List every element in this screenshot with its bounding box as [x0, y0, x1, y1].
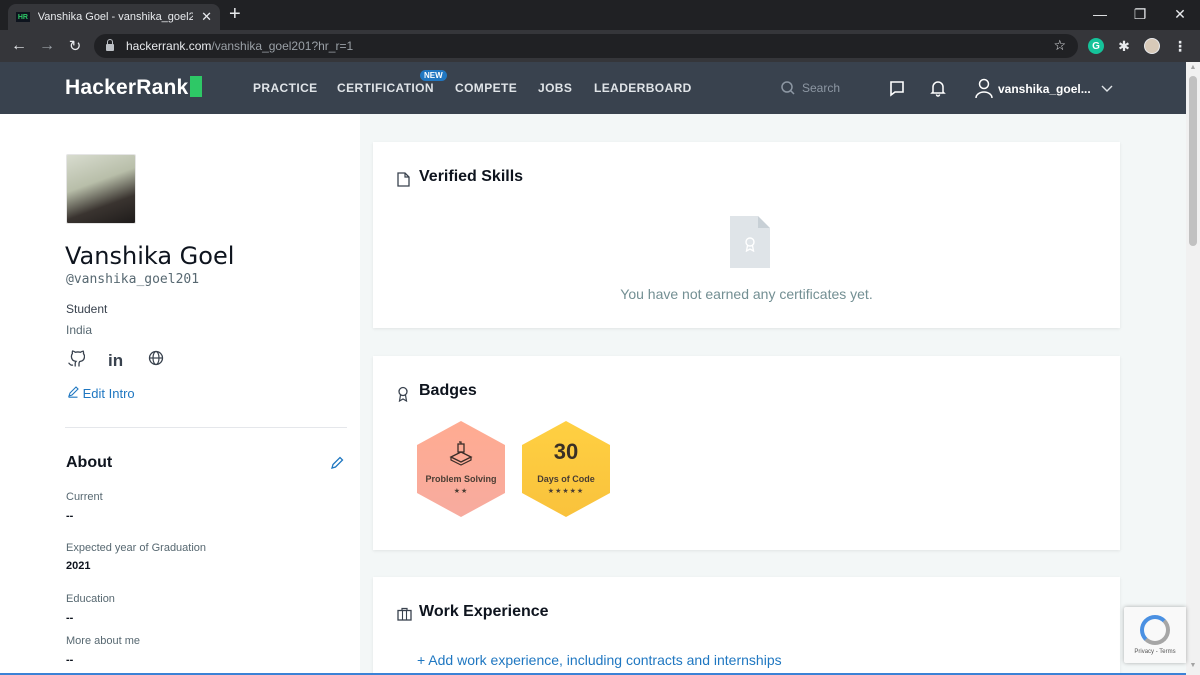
- restore-icon[interactable]: ❐: [1120, 0, 1160, 28]
- logo-block-icon: [190, 76, 203, 97]
- linkedin-icon[interactable]: in: [108, 351, 123, 371]
- badges-title: Badges: [419, 382, 477, 399]
- minimize-icon[interactable]: —: [1080, 0, 1120, 28]
- nav-practice[interactable]: PRACTICE: [253, 81, 318, 95]
- recaptcha-icon: [1140, 615, 1170, 645]
- new-badge: NEW: [420, 70, 447, 81]
- badge-name-days-of-code: Days of Code: [537, 474, 595, 484]
- user-menu[interactable]: vanshika_goel...: [974, 78, 1113, 100]
- work-experience-title: Work Experience: [419, 603, 549, 620]
- badges-card: Badges Problem Solving ★★ 30 Days of Cod…: [373, 356, 1120, 550]
- badge-stars-days-of-code: ★★★★★: [547, 488, 585, 495]
- profile-avatar: [66, 154, 136, 224]
- profile-handle: @vanshika_goel201: [66, 272, 200, 287]
- about-label-education: Education: [66, 593, 115, 605]
- badge-ribbon-icon: [398, 386, 408, 402]
- badge-stars-problem-solving: ★★: [453, 488, 469, 495]
- close-window-icon[interactable]: ✕: [1160, 0, 1200, 28]
- profile-sidebar: Vanshika Goel @vanshika_goel201 Student …: [0, 114, 360, 675]
- page-scrollbar[interactable]: ▲ ▼: [1186, 62, 1200, 675]
- verified-skills-card: Verified Skills You have not earned any …: [373, 142, 1120, 328]
- browser-tab[interactable]: HR Vanshika Goel - vanshika_goel20 ✕: [8, 4, 220, 30]
- profile-avatar-icon[interactable]: [1144, 38, 1160, 54]
- url-path: /vanshika_goel201?hr_r=1: [211, 39, 354, 53]
- chrome-menu-icon[interactable]: ⋮: [1172, 38, 1188, 54]
- search-box[interactable]: Search: [780, 80, 840, 96]
- about-label-more: More about me: [66, 635, 140, 647]
- briefcase-icon: [397, 607, 412, 621]
- back-icon[interactable]: ←: [8, 35, 30, 57]
- nav-compete[interactable]: COMPETE: [455, 81, 517, 95]
- verified-skills-title: Verified Skills: [419, 168, 524, 185]
- browser-toolbar: ← → ↻ hackerrank.com/vanshika_goel201?hr…: [0, 30, 1200, 62]
- url-host: hackerrank.com: [126, 39, 212, 53]
- tab-title: Vanshika Goel - vanshika_goel20: [37, 11, 194, 23]
- notifications-bell-icon[interactable]: [929, 79, 947, 97]
- github-icon[interactable]: [67, 350, 85, 368]
- pencil-icon: [68, 386, 79, 398]
- search-icon: [781, 81, 795, 95]
- bookmark-star-icon[interactable]: ☆: [1053, 37, 1066, 54]
- user-icon: [975, 78, 993, 99]
- edit-intro-link[interactable]: Edit Intro: [67, 386, 135, 401]
- tab-close-icon[interactable]: ✕: [201, 9, 212, 25]
- hackerrank-navbar: HackerRank PRACTICE CERTIFICATION NEW CO…: [0, 62, 1186, 114]
- about-value-education: --: [66, 612, 74, 624]
- edit-about-pencil-icon[interactable]: [330, 456, 344, 470]
- scroll-down-icon[interactable]: ▼: [1189, 662, 1197, 669]
- about-value-more: --: [66, 654, 74, 666]
- add-work-experience-link[interactable]: + Add work experience, including contrac…: [417, 652, 782, 668]
- recaptcha-badge[interactable]: Privacy - Terms: [1124, 607, 1186, 663]
- badge-number-30: 30: [553, 439, 579, 464]
- scroll-thumb[interactable]: [1189, 76, 1197, 246]
- profile-country: India: [66, 323, 93, 337]
- messages-icon[interactable]: [888, 79, 906, 97]
- nav-jobs[interactable]: JOBS: [538, 81, 572, 95]
- recaptcha-privacy-terms[interactable]: Privacy - Terms: [1128, 649, 1182, 655]
- problem-solving-icon: [449, 441, 473, 466]
- badge-name-problem-solving: Problem Solving: [425, 474, 497, 484]
- lock-icon: [106, 39, 114, 51]
- badge-30-days-of-code[interactable]: 30 Days of Code ★★★★★: [522, 421, 610, 517]
- work-experience-card: Work Experience + Add work experience, i…: [373, 577, 1120, 675]
- document-icon: [397, 172, 410, 187]
- profile-content: Verified Skills You have not earned any …: [360, 114, 1186, 675]
- main-area: Vanshika Goel @vanshika_goel201 Student …: [0, 114, 1186, 675]
- search-placeholder: Search: [802, 81, 841, 95]
- grammarly-extension-icon[interactable]: G: [1088, 38, 1104, 54]
- address-bar[interactable]: hackerrank.com/vanshika_goel201?hr_r=1 ☆: [94, 34, 1078, 58]
- chevron-down-icon: [1101, 85, 1113, 92]
- browser-tab-bar: HR Vanshika Goel - vanshika_goel20 ✕ + —…: [0, 0, 1200, 30]
- profile-role: Student: [66, 302, 108, 316]
- badge-problem-solving[interactable]: Problem Solving ★★: [417, 421, 505, 517]
- nav-leaderboard[interactable]: LEADERBOARD: [594, 81, 692, 95]
- about-title: About: [66, 454, 113, 471]
- reload-icon[interactable]: ↻: [64, 35, 86, 57]
- profile-name: Vanshika Goel: [65, 242, 235, 270]
- forward-icon[interactable]: →: [36, 35, 58, 57]
- scroll-up-icon[interactable]: ▲: [1189, 64, 1197, 71]
- sidebar-divider: [65, 427, 347, 428]
- extensions-puzzle-icon[interactable]: ✱: [1116, 38, 1132, 54]
- globe-icon[interactable]: [148, 350, 164, 366]
- ribbon-icon: [745, 237, 755, 252]
- about-label-graduation: Expected year of Graduation: [66, 542, 207, 554]
- no-certificates-text: You have not earned any certificates yet…: [620, 286, 873, 302]
- username-label: vanshika_goel...: [998, 82, 1091, 96]
- about-value-graduation: 2021: [66, 560, 91, 572]
- about-label-current: Current: [66, 491, 103, 503]
- hackerrank-favicon-icon: HR: [16, 12, 30, 22]
- nav-certification[interactable]: CERTIFICATION: [337, 81, 434, 95]
- about-value-current: --: [66, 510, 74, 522]
- hackerrank-logo[interactable]: HackerRank: [65, 76, 203, 100]
- empty-certificate-icon: [730, 216, 770, 268]
- new-tab-button[interactable]: +: [229, 4, 241, 24]
- edit-intro-label: Edit Intro: [82, 386, 135, 401]
